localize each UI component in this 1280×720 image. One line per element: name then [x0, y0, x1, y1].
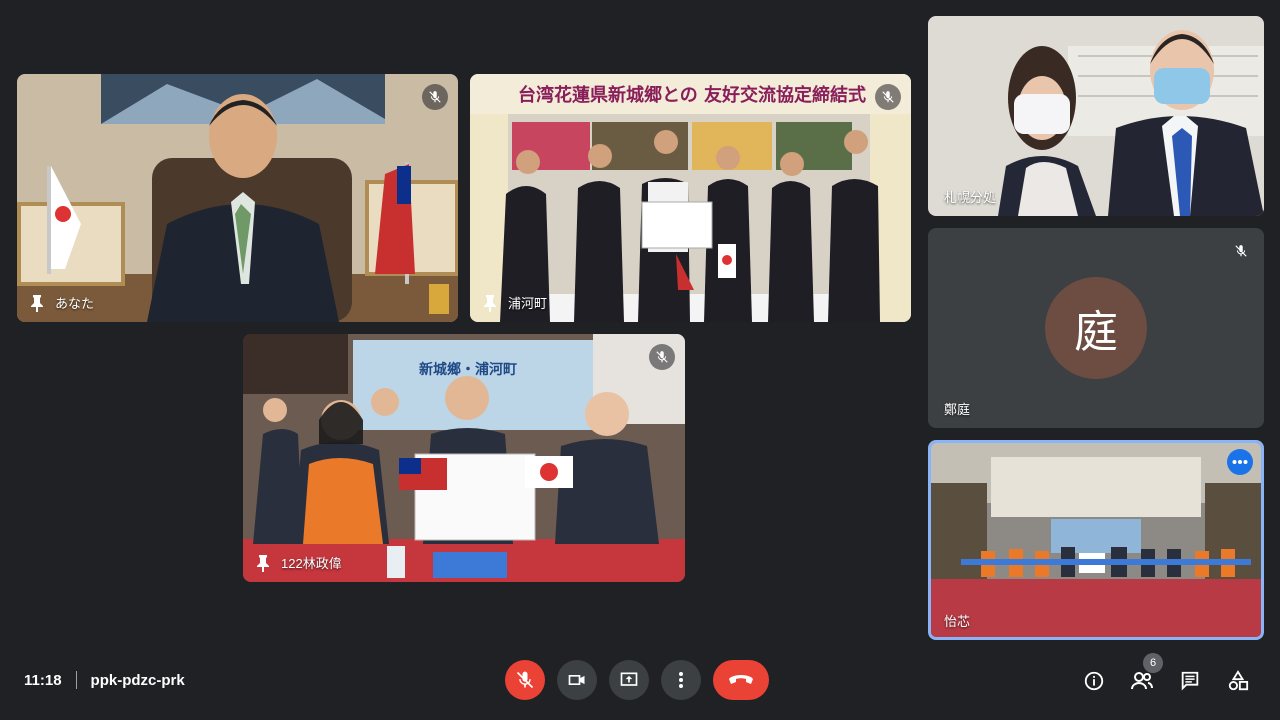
people-icon: [1131, 672, 1153, 690]
video-tile-zheng[interactable]: 庭 鄭庭: [928, 228, 1264, 428]
mic-off-indicator: [422, 84, 448, 110]
participant-name-row: 浦河町: [482, 293, 547, 312]
mic-off-icon: [516, 671, 534, 689]
chat-button[interactable]: [1177, 668, 1203, 694]
mic-off-icon: [429, 91, 441, 103]
avatar: 庭: [1045, 277, 1147, 379]
pin-icon[interactable]: [255, 554, 271, 572]
participant-name: 浦河町: [508, 296, 548, 311]
present-screen-button[interactable]: [609, 660, 649, 700]
participant-name: あなた: [55, 296, 95, 311]
participant-name-row: 怡芯: [944, 611, 970, 630]
video-tile-yixin[interactable]: 怡芯: [928, 440, 1264, 640]
pin-icon[interactable]: [482, 294, 498, 312]
video-tile-sapporo[interactable]: 札幌分処: [928, 16, 1264, 216]
mic-off-indicator: [875, 84, 901, 110]
more-options-menu-button[interactable]: [661, 660, 701, 700]
participant-name: 札幌分処: [944, 190, 997, 205]
mic-off-icon: [656, 351, 668, 363]
end-call-icon: [729, 675, 753, 684]
video-feed: [931, 443, 1261, 637]
participant-name: 122林政偉: [281, 556, 342, 571]
video-feed: 新城鄉・浦河町: [243, 334, 685, 582]
video-tile-anata[interactable]: あなた: [17, 74, 458, 322]
activities-icon: [1228, 670, 1249, 691]
mic-off-icon: [1235, 245, 1247, 257]
info-icon: [1084, 671, 1104, 691]
video-feed: [17, 74, 458, 322]
mic-off-indicator: [649, 344, 675, 370]
present-icon: [620, 672, 638, 686]
meeting-details: 11:18 ppk-pdzc-prk: [24, 670, 185, 690]
activities-button[interactable]: [1225, 668, 1251, 694]
more-options-button[interactable]: [1227, 449, 1253, 475]
mic-off-icon: [882, 91, 894, 103]
video-tile-lin[interactable]: 新城鄉・浦河町 122林政偉: [243, 334, 685, 582]
participant-count-badge: 6: [1143, 653, 1163, 673]
participant-name: 怡芯: [944, 614, 971, 629]
svg-text:台湾花蓮県新城郷との 友好交流協定締結式: 台湾花蓮県新城郷との 友好交流協定締結式: [518, 84, 866, 106]
camera-icon: [568, 675, 585, 685]
meeting-code: ppk-pdzc-prk: [90, 671, 185, 689]
participant-name-row: あなた: [29, 293, 94, 312]
video-feed: 台湾花蓮県新城郷との 友好交流協定締結式: [470, 74, 911, 322]
pin-icon[interactable]: [29, 294, 45, 312]
leave-call-button[interactable]: [713, 660, 769, 700]
meeting-time: 11:18: [24, 671, 62, 689]
video-feed: [928, 16, 1264, 216]
participant-name-row: 122林政偉: [255, 553, 342, 572]
participant-name: 鄭庭: [944, 402, 971, 417]
meeting-info-button[interactable]: [1081, 668, 1107, 694]
participant-name-row: 鄭庭: [944, 399, 970, 418]
video-tile-urakawa[interactable]: 台湾花蓮県新城郷との 友好交流協定締結式 浦河町: [470, 74, 911, 322]
svg-text:新城鄉・浦河町: 新城鄉・浦河町: [419, 361, 517, 378]
divider: [75, 671, 77, 689]
more-horiz-icon: [1232, 460, 1248, 464]
participant-name-row: 札幌分処: [944, 187, 996, 206]
mic-off-indicator: [1228, 238, 1254, 264]
chat-icon: [1181, 671, 1199, 691]
camera-toggle-button[interactable]: [557, 660, 597, 700]
microphone-toggle-button[interactable]: [505, 660, 545, 700]
more-vert-icon: [679, 672, 683, 688]
